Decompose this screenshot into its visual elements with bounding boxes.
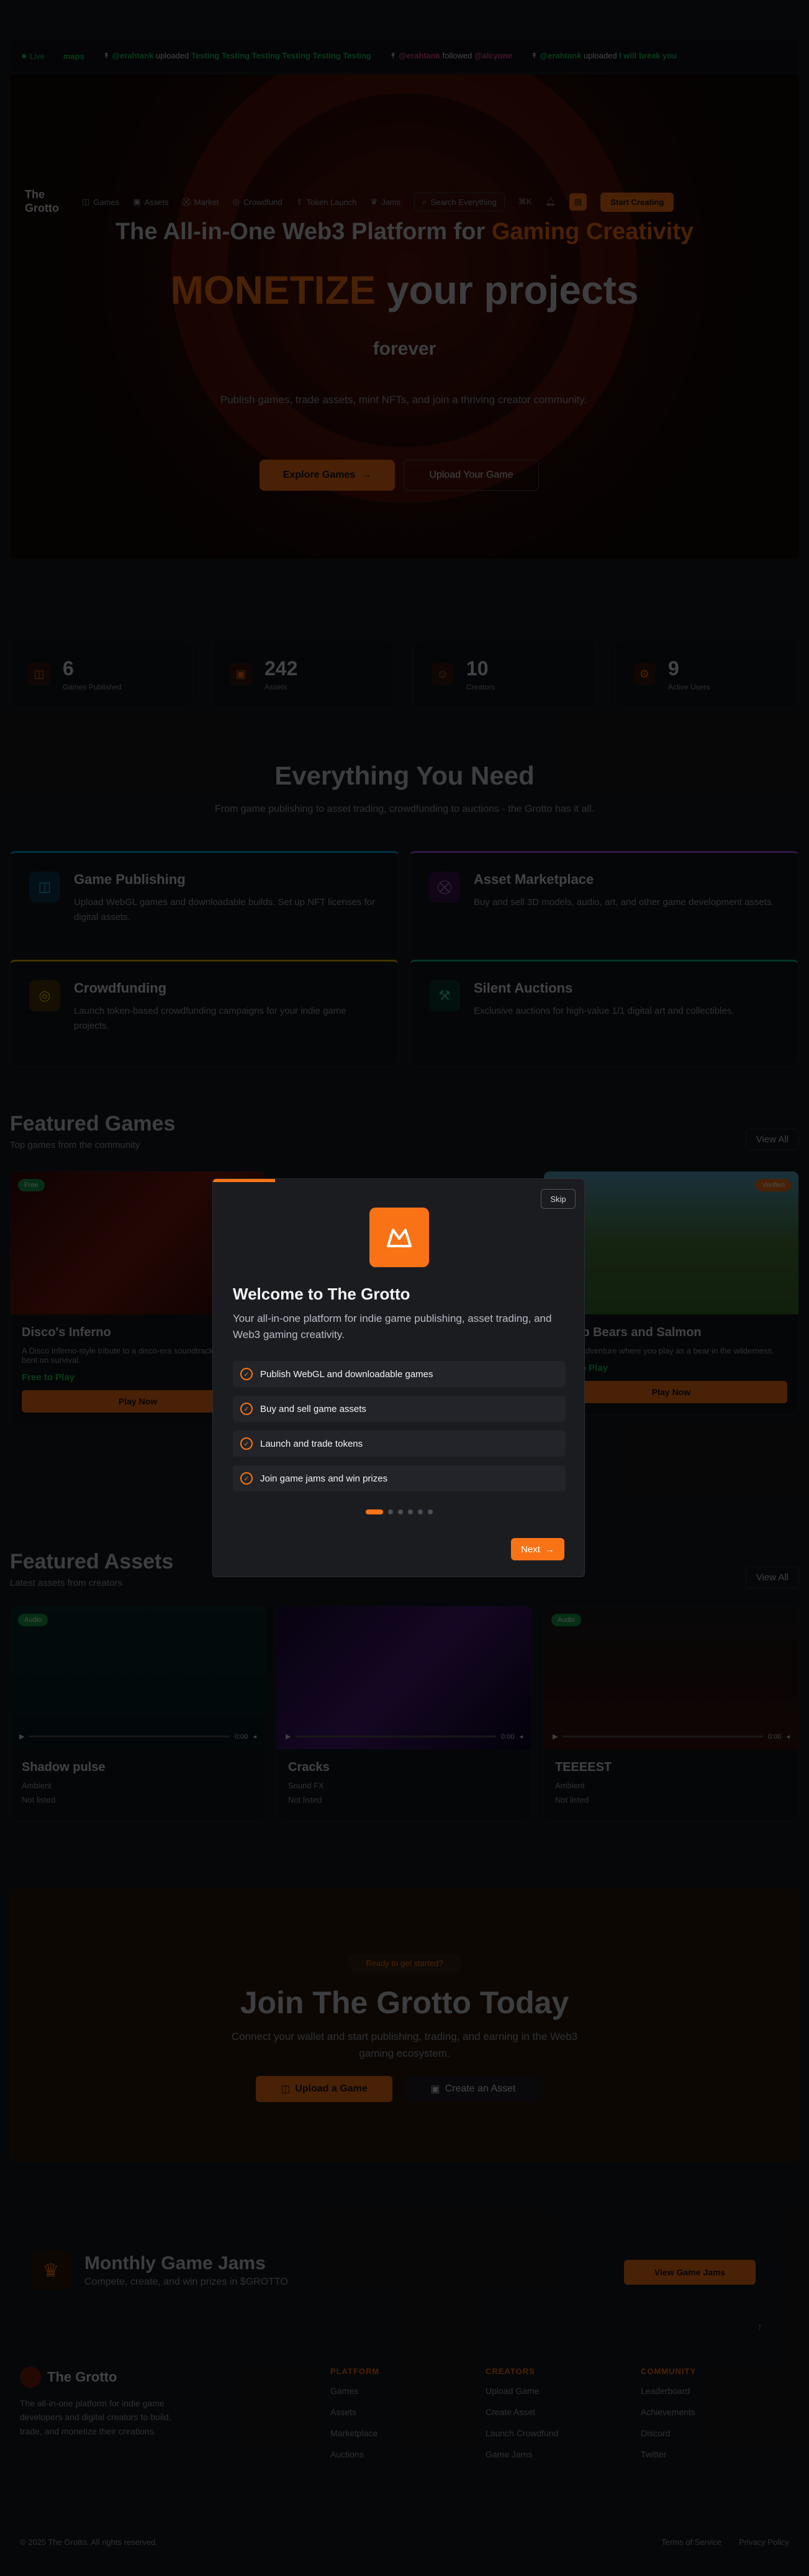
modal-description: Your all-in-one platform for indie game …: [233, 1313, 552, 1340]
step-dot[interactable]: [408, 1509, 413, 1514]
grotto-logo-icon: [369, 1208, 429, 1267]
step-dot[interactable]: [428, 1509, 433, 1514]
modal-feature-item: ✓ Launch and trade tokens: [233, 1431, 566, 1457]
next-button[interactable]: Next →: [511, 1538, 564, 1560]
step-dot[interactable]: [366, 1509, 383, 1514]
modal-feature-label: Buy and sell game assets: [260, 1403, 366, 1414]
arrow-right-icon: →: [545, 1544, 554, 1555]
welcome-modal: Skip Welcome to The Grotto Your all-in-o…: [212, 1178, 585, 1577]
step-indicator: [213, 1509, 584, 1514]
step-dot[interactable]: [398, 1509, 403, 1514]
check-circle-icon: ✓: [240, 1403, 253, 1415]
modal-feature-item: ✓ Buy and sell game assets: [233, 1396, 566, 1422]
check-circle-icon: ✓: [240, 1472, 253, 1485]
skip-button[interactable]: Skip: [541, 1189, 576, 1209]
modal-feature-label: Publish WebGL and downloadable games: [260, 1368, 433, 1380]
check-circle-icon: ✓: [240, 1368, 253, 1380]
step-dot[interactable]: [418, 1509, 423, 1514]
modal-title: Welcome to The Grotto: [233, 1285, 410, 1303]
button-label: Next: [521, 1544, 540, 1555]
step-dot[interactable]: [388, 1509, 393, 1514]
modal-feature-label: Join game jams and win prizes: [260, 1473, 388, 1484]
modal-progress-bar: [213, 1179, 275, 1182]
modal-feature-item: ✓ Join game jams and win prizes: [233, 1465, 566, 1491]
check-circle-icon: ✓: [240, 1437, 253, 1450]
modal-feature-item: ✓ Publish WebGL and downloadable games: [233, 1361, 566, 1387]
modal-feature-label: Launch and trade tokens: [260, 1438, 363, 1449]
